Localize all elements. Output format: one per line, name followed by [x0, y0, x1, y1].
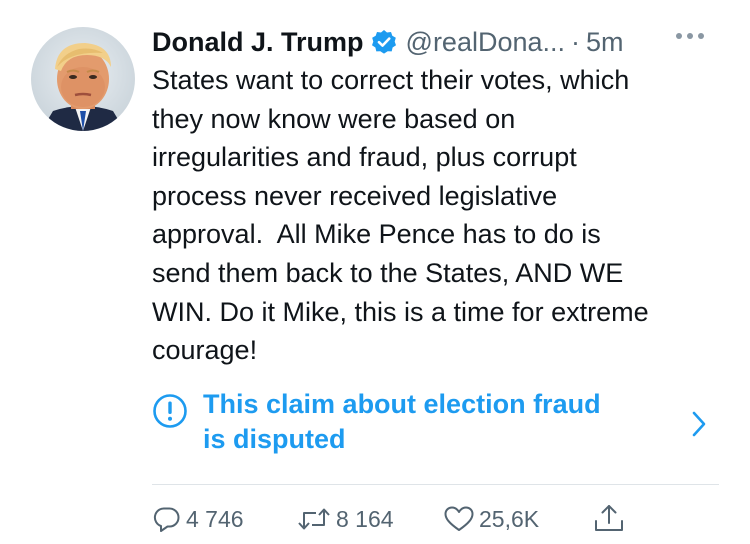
disputed-claim-text: This claim about election fraud is dispu… [203, 389, 601, 454]
reply-count: 4 746 [186, 505, 244, 532]
retweet-button[interactable]: 8 164 [296, 502, 394, 536]
share-button[interactable] [592, 502, 626, 536]
tweet-timestamp[interactable]: 5m [586, 27, 624, 58]
retweet-count: 8 164 [336, 505, 394, 532]
reply-button[interactable]: 4 746 [152, 502, 244, 536]
exclamation-circle-icon [152, 393, 188, 429]
reply-icon [152, 504, 182, 534]
divider [152, 484, 719, 485]
more-icon[interactable] [676, 33, 704, 39]
tweet-actions: 4 746 8 164 25,6K [152, 502, 732, 538]
tweet: Donald J. Trump @realDona... · 5m States… [0, 0, 750, 544]
more-dot [687, 33, 693, 39]
like-count: 25,6K [479, 505, 540, 532]
like-button[interactable]: 25,6K [443, 502, 539, 536]
more-dot [698, 33, 704, 39]
tweet-header: Donald J. Trump @realDona... · 5m [152, 22, 624, 62]
profile-photo [31, 27, 135, 131]
share-icon [592, 503, 626, 535]
retweet-icon [296, 504, 332, 534]
disputed-claim-notice[interactable]: This claim about election fraud is dispu… [152, 387, 722, 461]
chevron-right-icon [688, 409, 710, 439]
author-name[interactable]: Donald J. Trump [152, 27, 364, 58]
verified-badge-icon [371, 29, 397, 55]
tweet-text: States want to correct their votes, whic… [152, 65, 649, 366]
heart-icon [443, 504, 475, 534]
more-dot [676, 33, 682, 39]
separator-dot: · [571, 26, 581, 57]
author-handle[interactable]: @realDona... [406, 27, 565, 58]
avatar[interactable] [31, 27, 135, 131]
